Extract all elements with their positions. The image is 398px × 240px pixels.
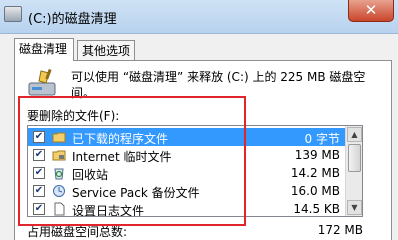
file-name: 已下载的程序文件 — [72, 132, 169, 146]
checkbox[interactable]: ✔ — [33, 149, 45, 161]
file-name: 回收站 — [72, 168, 109, 182]
checkbox[interactable]: ✔ — [33, 167, 45, 179]
list-item[interactable]: ✔ Internet 临时文件 139 MB — [28, 146, 346, 164]
cleanup-description: 可以使用 “磁盘清理” 来释放 (C:) 上的 225 MB 磁盘空间。 — [71, 70, 366, 100]
file-size: 14.5 KB — [293, 202, 340, 216]
folder-lock-icon — [52, 150, 66, 161]
file-size: 16.0 MB — [290, 184, 340, 198]
file-name: Service Pack 备份文件 — [72, 186, 200, 200]
list-item[interactable]: ✔ Service Pack 备份文件 16.0 MB — [28, 182, 346, 200]
folder-icon — [52, 132, 66, 143]
file-size: 14.2 MB — [290, 166, 340, 180]
files-to-delete-label: 要删除的文件(F): — [27, 109, 120, 123]
list-item[interactable]: ✔ 已下载的程序文件 0 字节 — [28, 128, 346, 146]
checkbox[interactable]: ✔ — [33, 203, 45, 215]
scroll-up-arrow-icon[interactable]: ▲ — [347, 127, 362, 142]
vertical-scrollbar[interactable]: ▲ ▼ — [345, 126, 362, 216]
checkbox[interactable]: ✔ — [33, 185, 45, 197]
title-bar: (C:)的磁盘清理 ✕ — [0, 0, 398, 34]
files-list[interactable]: ✔ 已下载的程序文件 0 字节 ✔ Internet 临时文件 139 MB ✔… — [27, 125, 363, 217]
list-item[interactable]: ✔ 回收站 14.2 MB — [28, 164, 346, 182]
total-space-value: 172 MB — [317, 223, 363, 237]
tab-disk-cleanup[interactable]: 磁盘清理 — [14, 38, 74, 61]
window-title: (C:)的磁盘清理 — [28, 12, 117, 27]
disk-cleanup-broom-icon — [28, 69, 56, 96]
recycle-bin-icon — [54, 168, 64, 180]
file-size: 0 字节 — [304, 132, 340, 146]
list-item[interactable]: ✔ 设置日志文件 14.5 KB — [28, 200, 346, 217]
backup-icon — [53, 185, 65, 197]
scroll-down-arrow-icon[interactable]: ▼ — [347, 200, 362, 215]
tab-panel: 可以使用 “磁盘清理” 来释放 (C:) 上的 225 MB 磁盘空间。 要删除… — [14, 60, 392, 240]
tab-more-options[interactable]: 其他选项 — [77, 40, 135, 60]
file-name: 设置日志文件 — [72, 204, 145, 217]
disk-cleanup-icon — [4, 6, 22, 22]
checkbox[interactable]: ✔ — [33, 131, 45, 143]
document-icon — [54, 202, 65, 216]
file-size: 139 MB — [294, 148, 340, 162]
total-space-label: 占用磁盘空间总数: — [27, 225, 128, 239]
file-name: Internet 临时文件 — [72, 150, 172, 164]
close-button[interactable]: ✕ — [348, 0, 394, 22]
scroll-thumb[interactable] — [348, 144, 361, 172]
